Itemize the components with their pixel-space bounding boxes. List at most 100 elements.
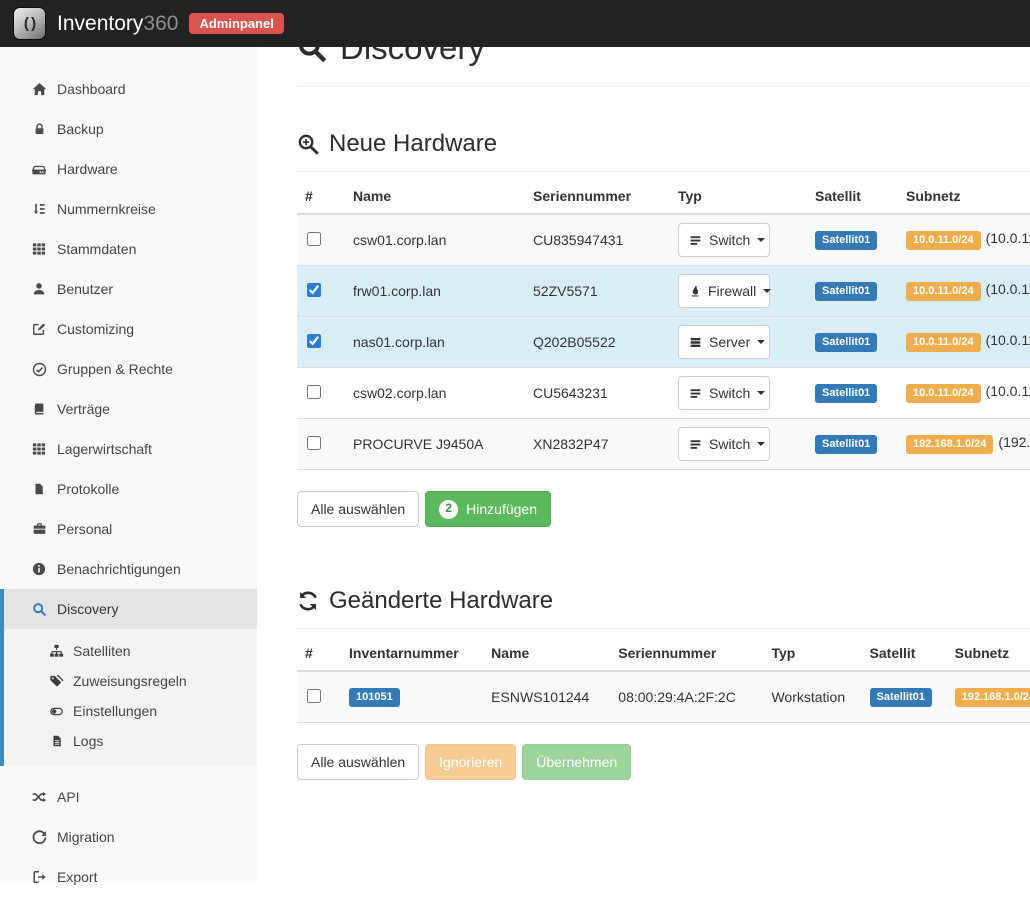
serial-number: CU5643231: [525, 368, 670, 419]
column-header: Subnetz: [898, 179, 1030, 214]
search-plus-icon: [297, 133, 319, 155]
app-logo: ( ): [13, 7, 46, 40]
discovery-submenu: Satelliten Zuweisungsregeln Einstellunge…: [0, 629, 257, 766]
add-button[interactable]: 2 Hinzufügen: [425, 491, 551, 527]
serial-number: CU835947431: [525, 214, 670, 266]
serial-number: 08:00:29:4A:2F:2C: [610, 671, 763, 722]
submenu-item-satelliten[interactable]: Satelliten: [4, 636, 257, 666]
column-header: Satellit: [807, 179, 898, 214]
column-header: Subnetz: [947, 636, 1030, 671]
changed-hardware-title: Geänderte Hardware: [297, 587, 1030, 615]
hardware-name: csw01.corp.lan: [345, 214, 525, 266]
type-select[interactable]: Switch: [678, 376, 770, 410]
row-select-checkbox[interactable]: [307, 385, 321, 399]
sort-numeric-icon: [30, 202, 48, 216]
apply-button[interactable]: Übernehmen: [522, 744, 631, 780]
sidebar-item-migration[interactable]: Migration: [0, 817, 257, 857]
submenu-item-einstellungen[interactable]: Einstellungen: [4, 696, 257, 726]
main-content: Discovery Neue Hardware # Name Seriennum…: [257, 29, 1030, 820]
subnet-badge: 10.0.11.0/24: [906, 333, 981, 352]
type-select[interactable]: Firewall: [678, 274, 770, 308]
file-icon: [30, 482, 48, 496]
hdd-icon: [30, 162, 48, 177]
sidebar-item-benachrichtigungen[interactable]: Benachrichtigungen: [0, 549, 257, 589]
shuffle-icon: [30, 790, 48, 804]
sidebar-item-discovery[interactable]: Discovery: [0, 589, 257, 629]
book-icon: [30, 402, 48, 416]
submenu-item-logs[interactable]: Logs: [4, 726, 257, 756]
row-select-checkbox[interactable]: [307, 232, 321, 246]
sidebar-item-backup[interactable]: Backup: [0, 109, 257, 149]
sidebar-item-stammdaten[interactable]: Stammdaten: [0, 229, 257, 269]
sidebar-item-protokolle[interactable]: Protokolle: [0, 469, 257, 509]
sidebar-item-benutzer[interactable]: Benutzer: [0, 269, 257, 309]
table-row: 101051 ESNWS101244 08:00:29:4A:2F:2C Wor…: [297, 671, 1030, 722]
sidebar-item-customizing[interactable]: Customizing: [0, 309, 257, 349]
subnet-badge: 192.168.1.0/24: [955, 688, 1030, 707]
toggle-icon: [48, 705, 65, 718]
row-select-checkbox[interactable]: [307, 436, 321, 450]
divider: [297, 628, 1030, 629]
sidebar-item-hardware[interactable]: Hardware: [0, 149, 257, 189]
subnet-badge: 192.168.1.0/24: [906, 435, 993, 454]
sidebar-item-dashboard[interactable]: Dashboard: [0, 69, 257, 109]
check-circle-icon: [30, 362, 48, 377]
type-select[interactable]: Server: [678, 325, 770, 359]
new-hardware-table: # Name Seriennummer Typ Satellit Subnetz…: [297, 179, 1030, 470]
submenu-item-zuweisungsregeln[interactable]: Zuweisungsregeln: [4, 666, 257, 696]
sidebar-item-lagerwirtschaft[interactable]: Lagerwirtschaft: [0, 429, 257, 469]
column-header: Seriennummer: [610, 636, 763, 671]
serial-number: 52ZV5571: [525, 266, 670, 317]
sidebar: Dashboard Backup Hardware Nummernkreise …: [0, 47, 257, 881]
briefcase-icon: [30, 522, 48, 536]
row-select-checkbox[interactable]: [307, 334, 321, 348]
table-header-row: # Inventarnummer Name Seriennummer Typ S…: [297, 636, 1030, 671]
select-all-button[interactable]: Alle auswählen: [297, 491, 419, 527]
hardware-name: csw02.corp.lan: [345, 368, 525, 419]
satellite-badge: Satellit01: [815, 231, 877, 250]
firewall-icon: [689, 284, 701, 298]
sidebar-item-gruppen-rechte[interactable]: Gruppen & Rechte: [0, 349, 257, 389]
serial-number: XN2832P47: [525, 419, 670, 470]
divider: [297, 86, 1030, 87]
sitemap-icon: [48, 644, 65, 658]
satellite-badge: Satellit01: [870, 688, 932, 707]
top-navbar: ( ) Inventory360 Adminpanel: [0, 0, 1030, 47]
hardware-type: Workstation: [763, 671, 861, 722]
refresh-icon: [297, 590, 319, 612]
column-header: #: [297, 179, 345, 214]
table-row: csw02.corp.lan CU5643231 Switch Satellit…: [297, 368, 1030, 419]
column-header: Typ: [670, 179, 807, 214]
sidebar-item-personal[interactable]: Personal: [0, 509, 257, 549]
type-select[interactable]: Switch: [678, 427, 770, 461]
lock-icon: [30, 122, 48, 136]
chevron-down-icon: [757, 391, 765, 395]
hardware-name: nas01.corp.lan: [345, 317, 525, 368]
type-select[interactable]: Switch: [678, 223, 770, 257]
sidebar-item-api[interactable]: API: [0, 777, 257, 817]
satellite-badge: Satellit01: [815, 384, 877, 403]
column-header: #: [297, 636, 341, 671]
brand-secondary: 360: [143, 12, 178, 35]
switch-icon: [689, 387, 702, 400]
column-header: Typ: [763, 636, 861, 671]
switch-icon: [689, 438, 702, 451]
column-header: Seriennummer: [525, 179, 670, 214]
subnet-ip-note: (192.16: [998, 434, 1030, 450]
column-header: Name: [483, 636, 610, 671]
select-all-button[interactable]: Alle auswählen: [297, 744, 419, 780]
sidebar-item-vertraege[interactable]: Verträge: [0, 389, 257, 429]
satellite-badge: Satellit01: [815, 333, 877, 352]
subnet-ip-note: (10.0.11.: [986, 332, 1030, 348]
subnet-ip-note: (10.0.11.: [986, 230, 1030, 246]
hardware-name: PROCURVE J9450A: [345, 419, 525, 470]
row-select-checkbox[interactable]: [307, 283, 321, 297]
changed-hardware-section: Geänderte Hardware # Inventarnummer Name…: [297, 587, 1030, 780]
logo-glyph: ( ): [24, 15, 35, 32]
table-header-row: # Name Seriennummer Typ Satellit Subnetz: [297, 179, 1030, 214]
switch-icon: [689, 234, 702, 247]
sidebar-item-nummernkreise[interactable]: Nummernkreise: [0, 189, 257, 229]
ignore-button[interactable]: Ignorieren: [425, 744, 516, 780]
row-select-checkbox[interactable]: [307, 689, 321, 703]
satellite-badge: Satellit01: [815, 282, 877, 301]
